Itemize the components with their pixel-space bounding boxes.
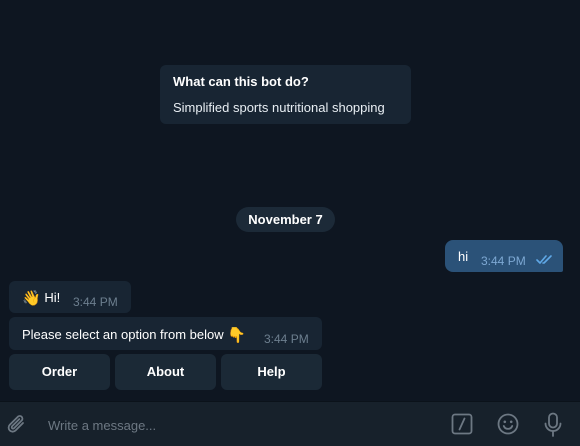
incoming-message[interactable]: Please select an option from below 👇 3:4…	[9, 317, 322, 350]
keyboard-button-order[interactable]: Order	[9, 354, 110, 390]
message-time: 3:44 PM	[73, 295, 118, 309]
paperclip-icon[interactable]	[6, 412, 28, 436]
message-content: Please select an option from below 👇	[22, 327, 246, 344]
emoji-icon[interactable]	[497, 413, 519, 435]
message-text: Please select an option from below	[22, 327, 224, 342]
keyboard-button-about[interactable]: About	[115, 354, 216, 390]
date-separator: November 7	[236, 207, 335, 232]
message-text: Hi!	[44, 290, 61, 305]
bot-command-icon[interactable]	[451, 413, 473, 435]
keyboard-button-help[interactable]: Help	[221, 354, 322, 390]
incoming-message[interactable]: 👋 Hi! 3:44 PM	[9, 281, 131, 313]
pointing-down-icon: 👇	[227, 327, 246, 344]
read-ticks-icon	[536, 255, 552, 264]
message-input[interactable]	[46, 412, 430, 438]
outgoing-message[interactable]: hi 3:44 PM	[445, 240, 563, 272]
message-composer	[0, 401, 580, 446]
bot-info-title: What can this bot do?	[173, 74, 309, 89]
chat-area: What can this bot do? Simplified sports …	[0, 0, 580, 400]
message-time: 3:44 PM	[264, 332, 309, 346]
message-text: hi	[458, 249, 469, 264]
message-time: 3:44 PM	[481, 254, 526, 268]
waving-hand-icon: 👋	[22, 290, 41, 307]
microphone-icon[interactable]	[543, 412, 563, 438]
bot-info-card: What can this bot do? Simplified sports …	[160, 65, 411, 124]
message-content: 👋 Hi!	[22, 290, 60, 307]
bot-info-description: Simplified sports nutritional shopping	[173, 100, 385, 115]
